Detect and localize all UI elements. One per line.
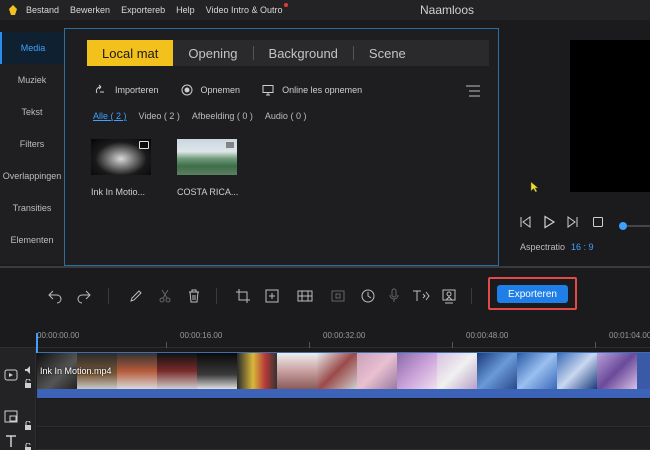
media-filters: Alle ( 2 ) Video ( 2 ) Afbeelding ( 0 ) … bbox=[93, 111, 318, 121]
filter-all[interactable]: Alle ( 2 ) bbox=[93, 111, 127, 121]
tab-opening[interactable]: Opening bbox=[173, 40, 252, 66]
aspect-ratio-value[interactable]: 16 : 9 bbox=[571, 242, 594, 252]
media-thumbnails: Ink In Motio... COSTA RICA... bbox=[91, 139, 263, 197]
online-record-button[interactable]: Online les opnemen bbox=[262, 84, 362, 96]
media-item-label: Ink In Motio... bbox=[91, 187, 146, 197]
toolbar-divider bbox=[216, 288, 217, 304]
green-screen-icon[interactable] bbox=[441, 288, 457, 309]
cut-icon[interactable] bbox=[157, 288, 173, 309]
menu-bar: Bestand Bewerken Exportereb Help Video I… bbox=[0, 0, 650, 20]
playhead[interactable] bbox=[36, 333, 38, 353]
video-badge-icon bbox=[225, 141, 235, 149]
duration-icon[interactable] bbox=[360, 288, 376, 309]
video-badge-icon bbox=[139, 141, 149, 149]
aspect-ratio-label: Aspectratio bbox=[520, 242, 566, 252]
edit-pencil-icon[interactable] bbox=[128, 288, 144, 309]
volume-slider[interactable] bbox=[618, 218, 650, 236]
zoom-frame-icon[interactable] bbox=[264, 288, 280, 309]
play-icon[interactable] bbox=[542, 215, 556, 234]
filter-audio[interactable]: Audio ( 0 ) bbox=[265, 111, 307, 121]
delete-icon[interactable] bbox=[186, 288, 202, 309]
sidebar-item-muziek[interactable]: Muziek bbox=[0, 64, 64, 96]
mouse-cursor-icon bbox=[530, 180, 539, 198]
filter-image[interactable]: Afbeelding ( 0 ) bbox=[192, 111, 253, 121]
media-item[interactable]: COSTA RICA... bbox=[177, 139, 239, 197]
preview-panel: Aspectratio 16 : 9 bbox=[502, 20, 650, 266]
menu-bewerken[interactable]: Bewerken bbox=[70, 5, 110, 15]
sidebar-item-elementen[interactable]: Elementen bbox=[0, 224, 64, 256]
ruler-tick bbox=[166, 342, 167, 348]
sidebar-item-tekst[interactable]: Tekst bbox=[0, 96, 64, 128]
window-title: Naamloos bbox=[420, 3, 475, 17]
previous-frame-icon[interactable] bbox=[518, 215, 532, 234]
online-record-label: Online les opnemen bbox=[282, 85, 363, 95]
aspect-ratio: Aspectratio 16 : 9 bbox=[520, 242, 594, 252]
toolbar-divider bbox=[108, 288, 109, 304]
sidebar-item-overlappingen[interactable]: Overlappingen bbox=[0, 160, 64, 192]
pip-track[interactable] bbox=[37, 399, 650, 427]
media-item[interactable]: Ink In Motio... bbox=[91, 139, 153, 197]
preview-screen bbox=[570, 40, 650, 192]
timeline-ruler[interactable]: 00:00:00.00 00:00:16.00 00:00:32.00 00:0… bbox=[0, 324, 650, 348]
thumbnail-image bbox=[91, 139, 151, 175]
mosaic-icon[interactable] bbox=[296, 288, 314, 309]
notification-dot bbox=[283, 3, 288, 7]
ruler-tick-label: 00:00:48.00 bbox=[466, 331, 509, 340]
import-label: Importeren bbox=[115, 85, 159, 95]
sidebar-item-media[interactable]: Media bbox=[0, 32, 64, 64]
ruler-tick-label: 00:00:16.00 bbox=[180, 331, 223, 340]
clip-label: Ink In Motion.mp4 bbox=[40, 366, 112, 376]
thumbnail-image bbox=[177, 139, 237, 175]
tab-scene[interactable]: Scene bbox=[354, 40, 421, 66]
edit-toolbar: Exporteren bbox=[0, 268, 650, 324]
list-view-icon[interactable] bbox=[466, 84, 480, 102]
sidebar-item-filters[interactable]: Filters bbox=[0, 128, 64, 160]
screen-record-icon bbox=[262, 85, 274, 96]
record-button[interactable]: Opnemen bbox=[181, 84, 241, 96]
ruler-tick-label: 00:01:04.00 bbox=[609, 331, 650, 340]
text-to-speech-icon[interactable] bbox=[412, 288, 432, 309]
export-button[interactable]: Exporteren bbox=[497, 285, 568, 303]
stop-icon[interactable] bbox=[591, 215, 605, 234]
clip-frames bbox=[37, 353, 650, 389]
tab-local-mat[interactable]: Local mat bbox=[87, 40, 174, 66]
export-highlight-box: Exporteren bbox=[488, 277, 577, 310]
text-track[interactable] bbox=[37, 428, 650, 450]
app-logo-icon bbox=[6, 3, 20, 17]
ruler-tick bbox=[452, 342, 453, 348]
menu-bestand[interactable]: Bestand bbox=[26, 5, 59, 15]
menu-exporteren[interactable]: Exportereb bbox=[121, 5, 165, 15]
redo-icon[interactable] bbox=[76, 288, 92, 309]
media-actions: Importeren Opnemen Online les opnemen bbox=[95, 84, 384, 96]
toolbar-divider bbox=[471, 288, 472, 304]
media-item-label: COSTA RICA... bbox=[177, 187, 239, 197]
sidebar-item-transities[interactable]: Transities bbox=[0, 192, 64, 224]
filter-video[interactable]: Video ( 2 ) bbox=[139, 111, 180, 121]
sidebar: Media Muziek Tekst Filters Overlappingen… bbox=[0, 32, 64, 264]
clip-audio-waveform bbox=[37, 389, 650, 398]
menu-video-intro-outro-label: Video Intro & Outro bbox=[205, 5, 283, 15]
ruler-tick-label: 00:00:32.00 bbox=[323, 331, 366, 340]
menu-help[interactable]: Help bbox=[176, 5, 195, 15]
media-tab-bar: Local mat Opening Background Scene bbox=[87, 40, 489, 66]
record-label: Opnemen bbox=[200, 85, 241, 95]
app-window: Bestand Bewerken Exportereb Help Video I… bbox=[0, 0, 650, 450]
record-icon bbox=[181, 84, 193, 96]
menu-video-intro-outro[interactable]: Video Intro & Outro bbox=[205, 3, 288, 15]
undo-icon[interactable] bbox=[47, 288, 63, 309]
tab-background[interactable]: Background bbox=[254, 40, 353, 66]
import-icon bbox=[95, 84, 104, 94]
freeze-frame-icon[interactable] bbox=[330, 288, 346, 309]
voiceover-icon[interactable] bbox=[388, 288, 400, 309]
next-frame-icon[interactable] bbox=[566, 215, 580, 234]
import-button[interactable]: Importeren bbox=[95, 84, 159, 96]
ruler-tick bbox=[595, 342, 596, 348]
track-headers bbox=[0, 348, 36, 450]
video-clip[interactable]: Ink In Motion.mp4 bbox=[37, 352, 650, 398]
ruler-tick bbox=[309, 342, 310, 348]
media-panel: Local mat Opening Background Scene Impor… bbox=[64, 28, 499, 266]
ruler-tick-label: 00:00:00.00 bbox=[37, 331, 80, 340]
crop-icon[interactable] bbox=[235, 288, 251, 309]
